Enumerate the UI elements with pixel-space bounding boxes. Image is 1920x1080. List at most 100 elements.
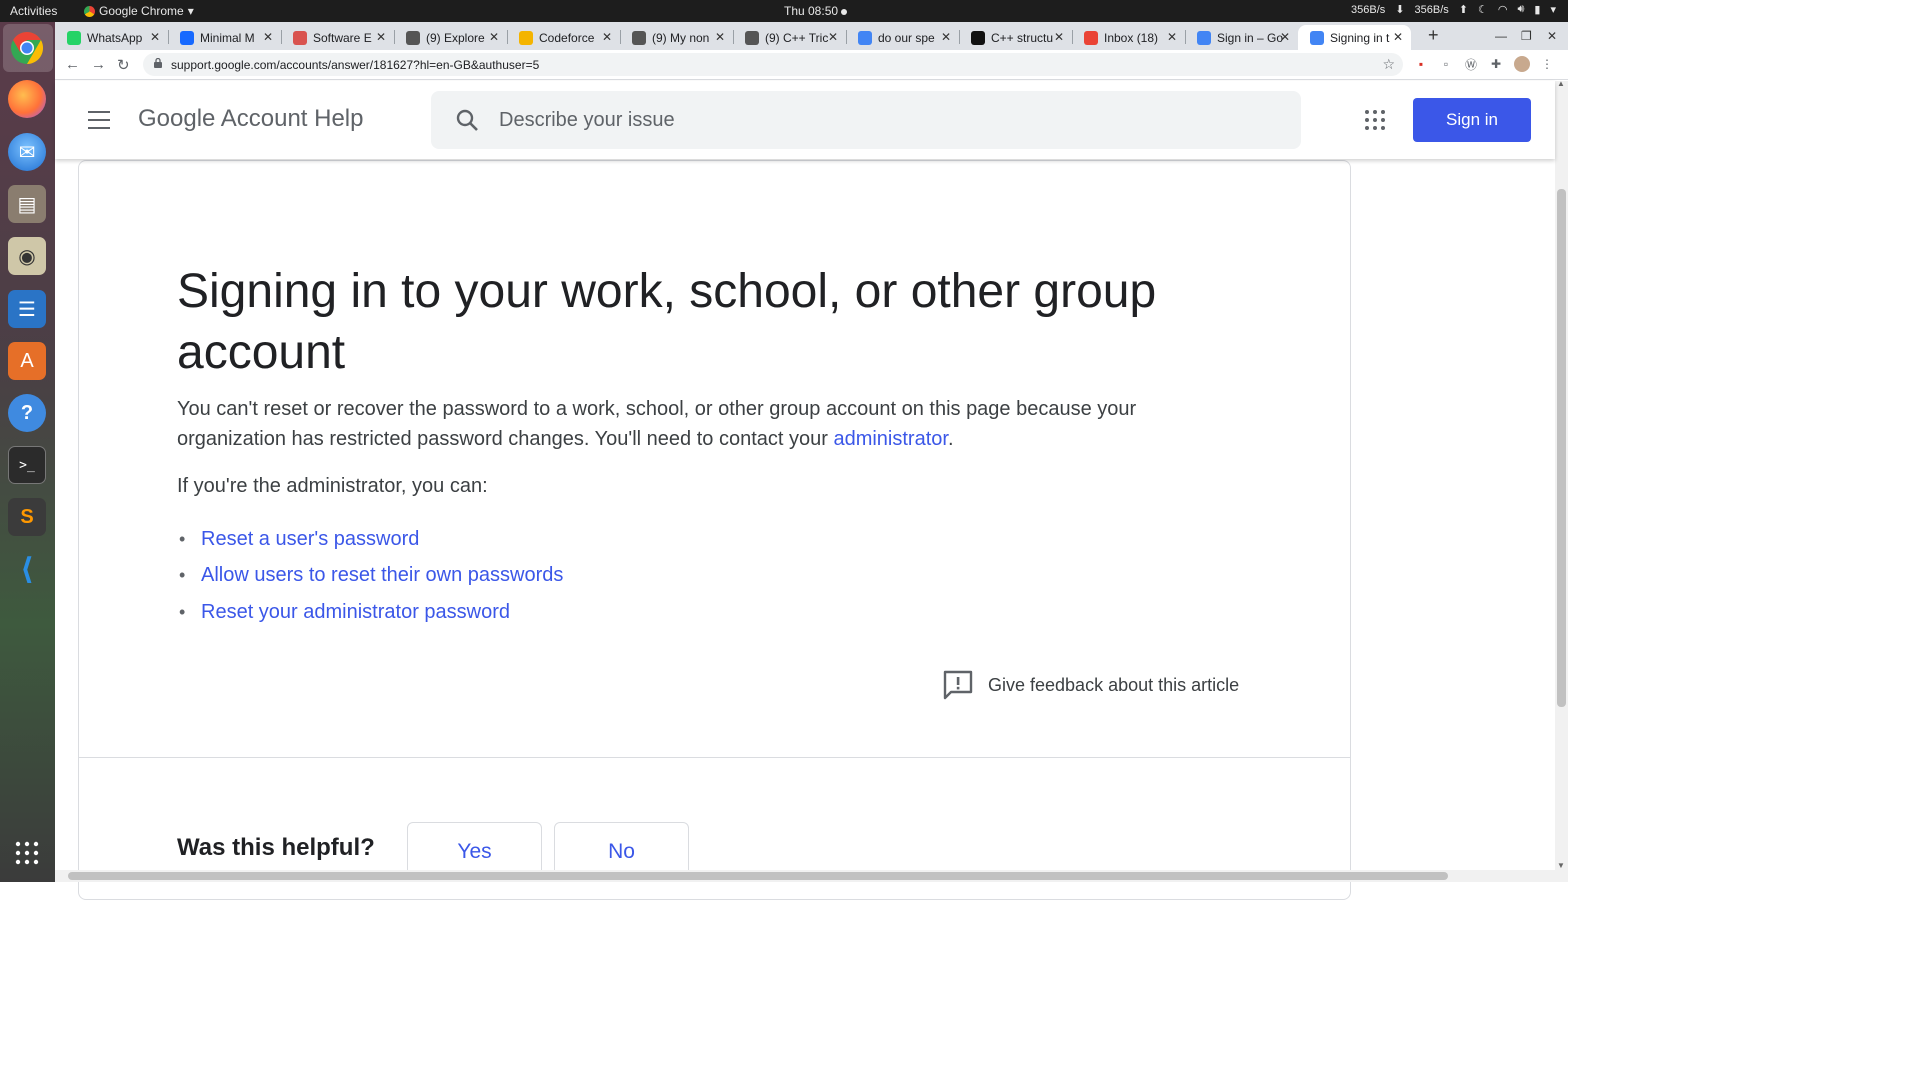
- tab-title: (9) C++ Tric: [765, 30, 829, 45]
- list-item: • Allow users to reset their own password…: [179, 564, 564, 587]
- thunderbird-icon[interactable]: ✉: [8, 133, 46, 171]
- extensions-puzzle-icon[interactable]: ✚: [1488, 56, 1504, 72]
- browser-tab[interactable]: do our spe ✕: [846, 25, 959, 50]
- horizontal-scroll-thumb[interactable]: [68, 872, 1448, 880]
- back-icon[interactable]: ←: [65, 56, 80, 73]
- net-down-speed: 356B/s: [1351, 3, 1386, 16]
- browser-tab[interactable]: Software E ✕: [281, 25, 394, 50]
- terminal-icon[interactable]: >_: [8, 446, 46, 484]
- browser-tab[interactable]: (9) C++ Tric ✕: [733, 25, 846, 50]
- browser-tab[interactable]: Inbox (18) ✕: [1072, 25, 1185, 50]
- system-tray[interactable]: 356B/s ⬇ 356B/s ⬆ ☾ ◠ 🔊︎ ▮ ▾: [1351, 3, 1556, 16]
- codeforces-icon: [519, 30, 533, 45]
- system-top-bar: Activities Google Chrome ▾ Thu 08:50 356…: [0, 0, 1568, 22]
- close-tab-icon[interactable]: ✕: [1054, 30, 1064, 44]
- help-icon[interactable]: ?: [8, 394, 46, 432]
- extension-icon[interactable]: ▫: [1438, 56, 1454, 72]
- clock-label: Thu 08:50: [784, 4, 839, 18]
- extension-icon[interactable]: ▪: [1413, 56, 1429, 72]
- close-tab-icon[interactable]: ✕: [150, 30, 160, 44]
- software-center-icon[interactable]: A: [8, 342, 46, 380]
- google-icon: [858, 30, 872, 45]
- scroll-up-icon[interactable]: ▲: [1557, 79, 1565, 88]
- files-icon[interactable]: ▤: [8, 185, 46, 223]
- close-tab-icon[interactable]: ✕: [489, 30, 499, 44]
- administrator-link[interactable]: administrator: [833, 428, 948, 450]
- gmail-icon: [1084, 30, 1098, 45]
- vertical-scrollbar[interactable]: ▲ ▼: [1555, 79, 1568, 870]
- search-box[interactable]: [431, 91, 1301, 149]
- list-item: • Reset a user's password: [179, 527, 420, 551]
- google-icon: [1310, 30, 1324, 45]
- app-menu[interactable]: Google Chrome ▾: [84, 4, 194, 18]
- tab-title: do our spe: [878, 30, 935, 45]
- quora-icon: [632, 30, 646, 45]
- horizontal-scrollbar[interactable]: [55, 870, 1568, 882]
- article-title: Signing in to your work, school, or othe…: [177, 265, 1157, 379]
- reset-admin-password-link[interactable]: Reset your administrator password: [201, 601, 510, 624]
- volume-icon: 🔊︎: [1517, 3, 1525, 15]
- browser-tabstrip: WhatsApp ✕ Minimal M ✕ Software E ✕ (9) Explor…: [55, 22, 1568, 50]
- net-up-speed: 356B/s: [1414, 3, 1449, 16]
- browser-tab[interactable]: Sign in – Go ✕: [1185, 25, 1298, 50]
- close-tab-icon[interactable]: ✕: [1393, 30, 1403, 44]
- browser-tab[interactable]: (9) My non ✕: [620, 25, 733, 50]
- reload-icon[interactable]: ↻: [117, 56, 130, 74]
- close-tab-icon[interactable]: ✕: [828, 30, 838, 44]
- reset-user-password-link[interactable]: Reset a user's password: [201, 528, 419, 551]
- app-menu-label: Google Chrome: [99, 4, 184, 18]
- sublime-text-icon[interactable]: S: [8, 498, 46, 536]
- activities-button[interactable]: Activities: [10, 4, 57, 18]
- close-tab-icon[interactable]: ✕: [602, 30, 612, 44]
- browser-tab[interactable]: Minimal M ✕: [168, 25, 281, 50]
- google-icon: [1197, 30, 1211, 45]
- address-bar[interactable]: support.google.com/accounts/answer/18162…: [143, 53, 1403, 76]
- tab-title: Inbox (18): [1104, 30, 1159, 45]
- tab-title: WhatsApp: [87, 30, 143, 45]
- minimize-icon[interactable]: —: [1495, 29, 1507, 43]
- close-tab-icon[interactable]: ✕: [941, 30, 951, 44]
- close-tab-icon[interactable]: ✕: [1280, 30, 1290, 44]
- browser-tab[interactable]: C++ structu ✕: [959, 25, 1072, 50]
- close-tab-icon[interactable]: ✕: [715, 30, 725, 44]
- scroll-down-icon[interactable]: ▼: [1557, 861, 1565, 870]
- vertical-scroll-thumb[interactable]: [1557, 189, 1566, 707]
- main-menu-icon[interactable]: [88, 111, 110, 129]
- browser-tab[interactable]: Codeforce ✕: [507, 25, 620, 50]
- tab-title: Sign in – Go: [1217, 30, 1283, 45]
- google-apps-icon[interactable]: [1365, 110, 1385, 130]
- article-card: Signing in to your work, school, or othe…: [78, 160, 1351, 900]
- more-menu-icon[interactable]: ⋮: [1539, 56, 1555, 72]
- restore-icon[interactable]: ❐: [1521, 29, 1532, 43]
- tab-title: Codeforce: [539, 30, 595, 45]
- close-window-icon[interactable]: ✕: [1547, 29, 1557, 43]
- forward-icon[interactable]: →: [91, 56, 106, 73]
- browser-toolbar: ← → ↻ support.google.com/accounts/answer…: [55, 50, 1568, 80]
- show-applications-icon[interactable]: [8, 834, 46, 872]
- page-title[interactable]: Google Account Help: [138, 105, 363, 133]
- browser-tab[interactable]: WhatsApp ✕: [55, 25, 168, 50]
- new-tab-button[interactable]: +: [1428, 25, 1439, 46]
- clock[interactable]: Thu 08:50: [784, 4, 848, 18]
- intro-text: You can't reset or recover the password …: [177, 398, 1137, 450]
- profile-avatar[interactable]: [1514, 56, 1530, 72]
- wordpress-icon[interactable]: Ⓦ: [1463, 56, 1479, 72]
- chrome-icon[interactable]: [8, 29, 46, 67]
- feedback-label: Give feedback about this article: [988, 674, 1240, 695]
- browser-tab[interactable]: Signing in t ✕: [1298, 25, 1411, 50]
- browser-tab[interactable]: (9) Explore ✕: [394, 25, 507, 50]
- give-feedback-button[interactable]: Give feedback about this article: [942, 669, 1239, 701]
- close-tab-icon[interactable]: ✕: [263, 30, 273, 44]
- vscode-icon[interactable]: ⟨: [8, 550, 46, 588]
- firefox-icon[interactable]: [8, 80, 46, 118]
- bookmark-star-icon[interactable]: ☆: [1382, 56, 1395, 73]
- close-tab-icon[interactable]: ✕: [376, 30, 386, 44]
- sign-in-button[interactable]: Sign in: [1413, 98, 1531, 142]
- tab-title: (9) My non: [652, 30, 710, 45]
- close-tab-icon[interactable]: ✕: [1167, 30, 1177, 44]
- night-light-icon: ☾: [1477, 4, 1488, 16]
- allow-self-reset-link[interactable]: Allow users to reset their own passwords: [201, 564, 563, 587]
- rhythmbox-icon[interactable]: ◉: [8, 237, 46, 275]
- libreoffice-writer-icon[interactable]: ☰: [8, 290, 46, 328]
- search-input[interactable]: [499, 105, 1279, 135]
